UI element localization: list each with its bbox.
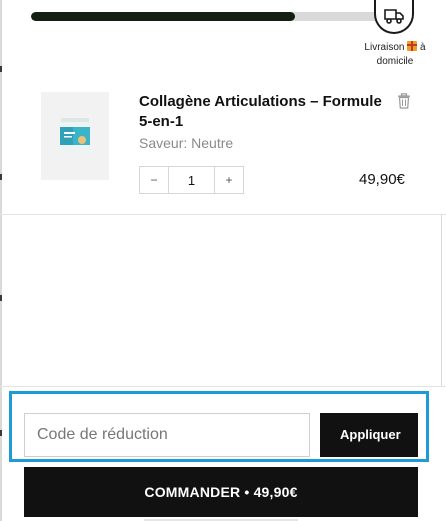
- quantity-value[interactable]: 1: [168, 167, 215, 193]
- scroll-area-border: [441, 214, 442, 386]
- shipping-label-text: Livraison: [364, 42, 405, 53]
- left-border-mark: [0, 430, 2, 436]
- product-jar-image: [60, 118, 90, 154]
- shipping-progress-fill: [31, 12, 296, 21]
- divider: [0, 386, 446, 387]
- shipping-progress-bar: [31, 12, 379, 21]
- product-title[interactable]: Collagène Articulations – Formule 5-en-1: [139, 92, 389, 132]
- left-border-mark: [0, 295, 2, 301]
- cart-drawer: Livraison à domicile Collagène Articulat…: [0, 0, 446, 521]
- left-border: [0, 0, 2, 521]
- quantity-stepper: − 1 +: [139, 166, 244, 194]
- divider: [0, 214, 446, 215]
- truck-icon: [374, 0, 414, 34]
- product-thumbnail[interactable]: [41, 92, 109, 180]
- quantity-decrease-button[interactable]: −: [140, 167, 168, 193]
- trash-icon[interactable]: [397, 93, 411, 109]
- product-variant: Saveur: Neutre: [139, 135, 234, 151]
- discount-code-input[interactable]: [24, 413, 310, 457]
- apply-discount-button[interactable]: Appliquer: [320, 413, 418, 457]
- shipping-label: Livraison à domicile: [355, 41, 435, 69]
- quantity-increase-button[interactable]: +: [215, 167, 243, 193]
- line-item-price: 49,90€: [359, 171, 405, 188]
- left-border-mark: [0, 174, 2, 180]
- left-border-mark: [0, 66, 2, 72]
- checkout-button[interactable]: COMMANDER • 49,90€: [24, 467, 418, 517]
- gift-icon: [407, 41, 418, 51]
